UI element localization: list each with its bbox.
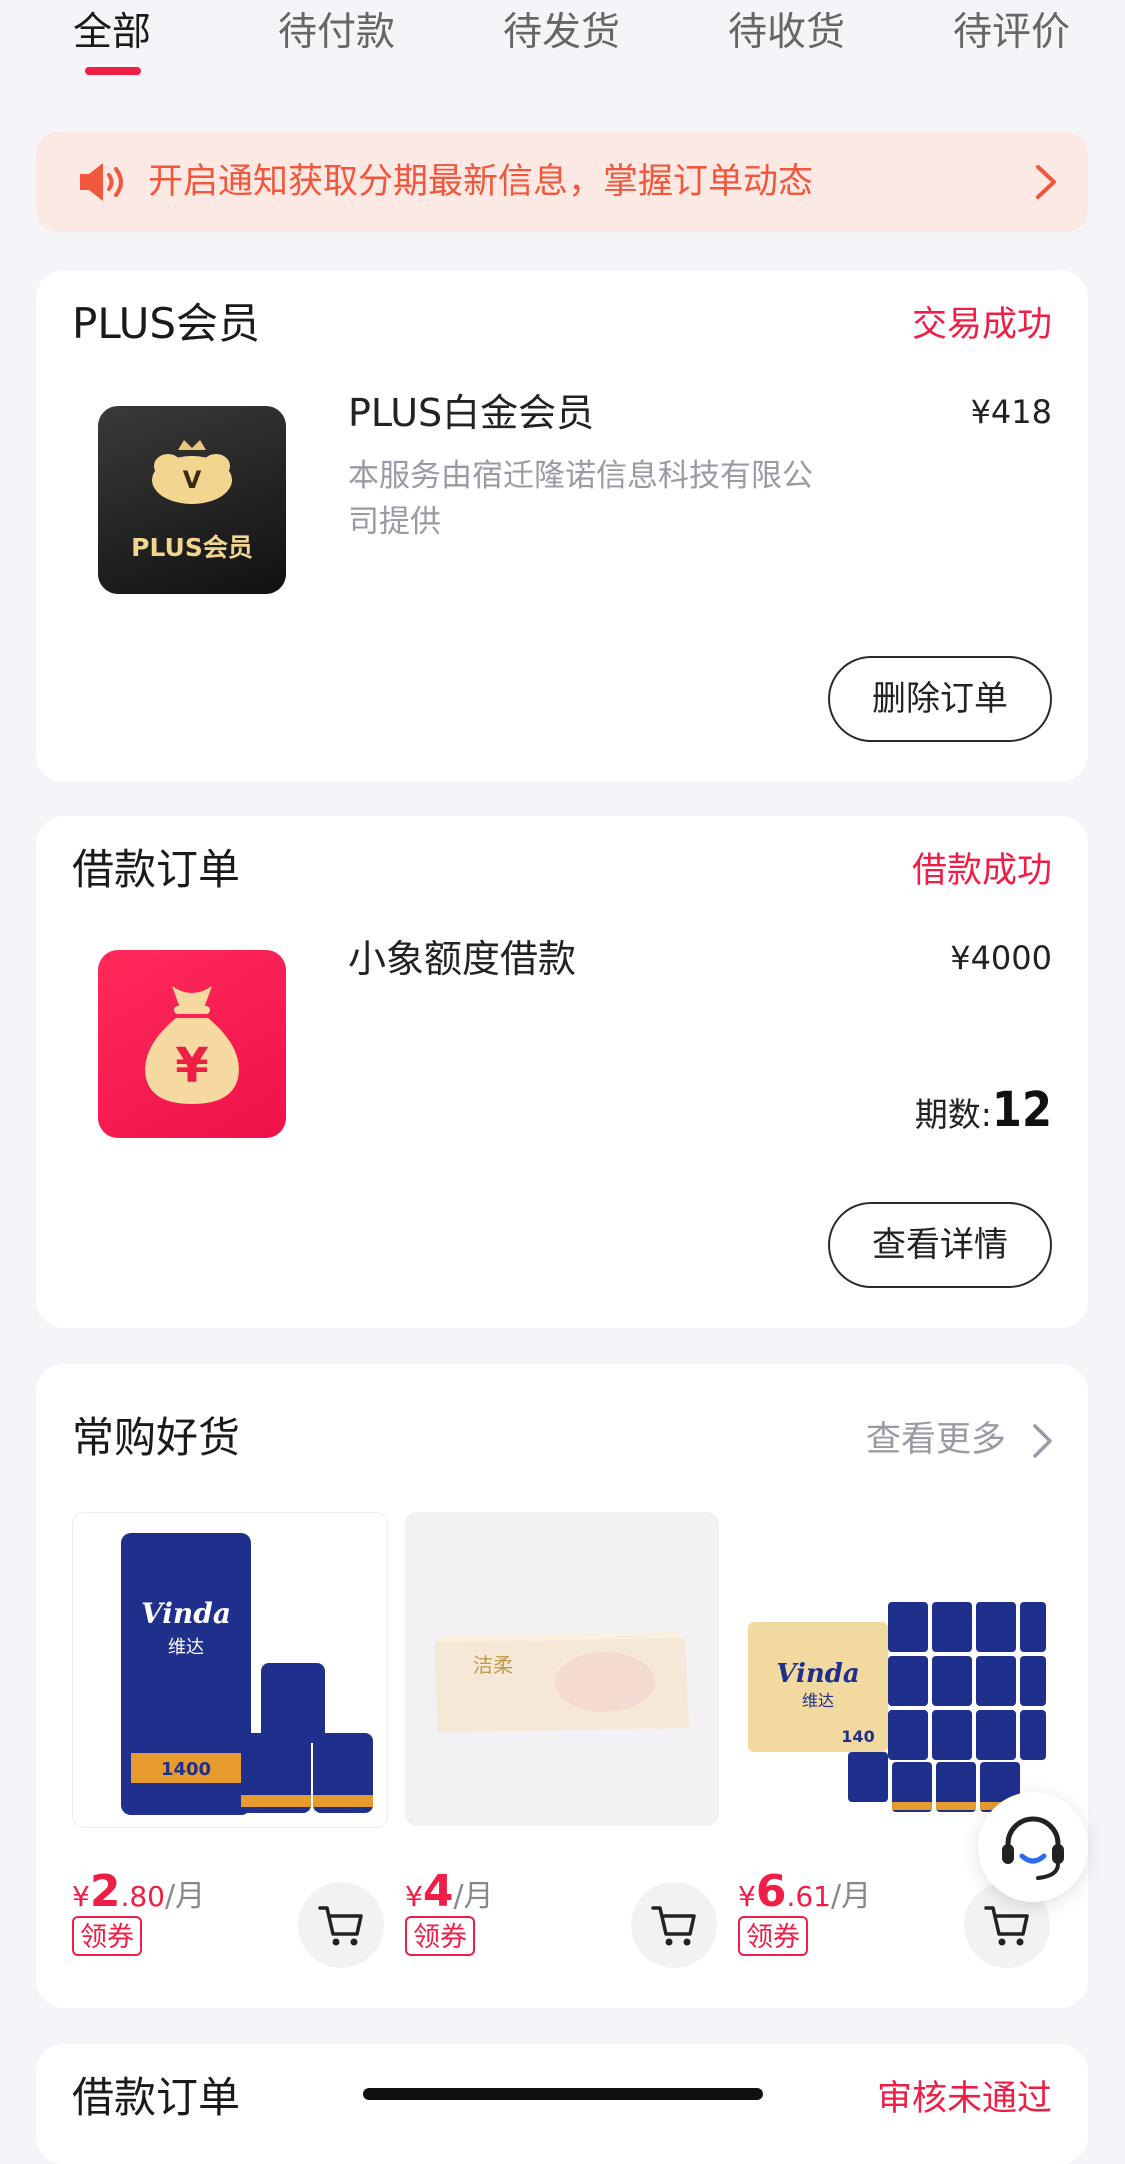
loan-thumbnail[interactable]: ¥ — [98, 950, 286, 1138]
notification-text: 开启通知获取分期最新信息，掌握订单动态 — [148, 162, 814, 202]
vinda-toilet-paper-pack-image: Vinda 维达 1400 — [121, 1533, 373, 1815]
item-name: PLUS白金会员 — [348, 391, 595, 435]
tab-pending-shipment[interactable]: 待发货 — [503, 8, 620, 58]
coupon-badge[interactable]: 领券 — [405, 1916, 475, 1956]
product-image[interactable]: 洁柔 — [405, 1512, 719, 1826]
crown-icon: V — [152, 440, 232, 504]
speaker-icon — [80, 163, 123, 201]
product-image[interactable]: Vinda 维达 140 — [738, 1512, 1052, 1826]
order-title: PLUS会员 — [72, 299, 261, 348]
order-status: 交易成功 — [911, 305, 1052, 345]
order-card-loan: 借款订单 借款成功 ¥ 小象额度借款 ¥4000 期数:12 查看详情 — [36, 816, 1088, 1328]
yuan-symbol: ¥ — [175, 1038, 208, 1094]
terms-label: 期数: — [914, 1095, 992, 1134]
spec-label: 140 — [841, 1727, 874, 1746]
money-bag-icon: ¥ — [145, 986, 239, 1104]
cart-icon — [651, 1906, 696, 1946]
coupon-badge[interactable]: 领券 — [738, 1916, 808, 1956]
home-indicator — [363, 2088, 763, 2100]
tissue-box-image: 洁柔 — [435, 1632, 689, 1732]
crown-badge-letter: V — [183, 466, 202, 494]
item-description: 本服务由宿迁隆诺信息科技有限公司提供 — [348, 458, 813, 540]
brand-label: Vinda — [776, 1659, 860, 1689]
tab-pending-payment[interactable]: 待付款 — [278, 8, 395, 58]
brand-sub-label: 维达 — [168, 1637, 204, 1658]
section-title: 常购好货 — [72, 1413, 241, 1462]
item-price: ¥418 — [970, 393, 1052, 431]
order-card-plus: PLUS会员 交易成功 V PLUS会员 PLUS白金会员 ¥418 本服务由宿… — [36, 270, 1088, 782]
coupon-badge[interactable]: 领券 — [72, 1916, 142, 1956]
view-more-label: 查看更多 — [865, 1420, 1006, 1460]
order-status: 审核未通过 — [876, 2079, 1052, 2119]
spec-label: 1400 — [161, 1759, 211, 1780]
order-title: 借款订单 — [72, 845, 241, 894]
item-price: ¥4000 — [950, 939, 1052, 977]
chevron-right-icon — [1033, 1424, 1052, 1458]
tab-pending-review[interactable]: 待评价 — [953, 8, 1070, 58]
product-image[interactable]: Vinda 维达 1400 — [72, 1512, 388, 1828]
frequently-bought-section: 常购好货 查看更多 Vinda 维达 1400 ¥2.80/月 领券 洁柔 ¥4… — [36, 1364, 1088, 2008]
item-name: 小象额度借款 — [348, 937, 577, 981]
notification-banner[interactable]: 开启通知获取分期最新信息，掌握订单动态 — [36, 132, 1088, 232]
order-card-loan-rejected: 借款订单 审核未通过 — [36, 2044, 1088, 2164]
add-to-cart-button[interactable] — [631, 1882, 717, 1968]
cart-icon — [318, 1906, 363, 1946]
view-more-link[interactable]: 查看更多 — [866, 1412, 1054, 1468]
brand-sub-label: 维达 — [802, 1691, 834, 1710]
tab-pending-receipt[interactable]: 待收货 — [728, 8, 845, 58]
plus-member-thumbnail[interactable]: V PLUS会员 — [98, 406, 286, 594]
cart-icon — [984, 1906, 1029, 1946]
order-status: 借款成功 — [911, 851, 1052, 891]
add-to-cart-button[interactable] — [298, 1882, 384, 1968]
brand-label: 洁柔 — [473, 1653, 513, 1677]
delete-order-button[interactable]: 删除订单 — [828, 656, 1052, 742]
terms-value: 12 — [991, 1082, 1052, 1138]
thumbnail-text: PLUS会员 — [131, 533, 253, 562]
order-title: 借款订单 — [72, 2073, 241, 2122]
headset-icon — [1002, 1816, 1064, 1880]
brand-label: Vinda — [141, 1597, 231, 1630]
vinda-bulk-pack-image: Vinda 维达 140 — [748, 1602, 1046, 1812]
installment-terms: 期数:12 — [915, 1082, 1052, 1149]
active-tab-indicator — [85, 67, 141, 75]
tab-all[interactable]: 全部 — [73, 8, 151, 58]
view-details-button[interactable]: 查看详情 — [828, 1202, 1052, 1288]
order-tabs: 全部 待付款 待发货 待收货 待评价 — [0, 0, 1125, 80]
customer-service-button[interactable] — [978, 1792, 1088, 1902]
chevron-right-icon — [1036, 165, 1056, 199]
